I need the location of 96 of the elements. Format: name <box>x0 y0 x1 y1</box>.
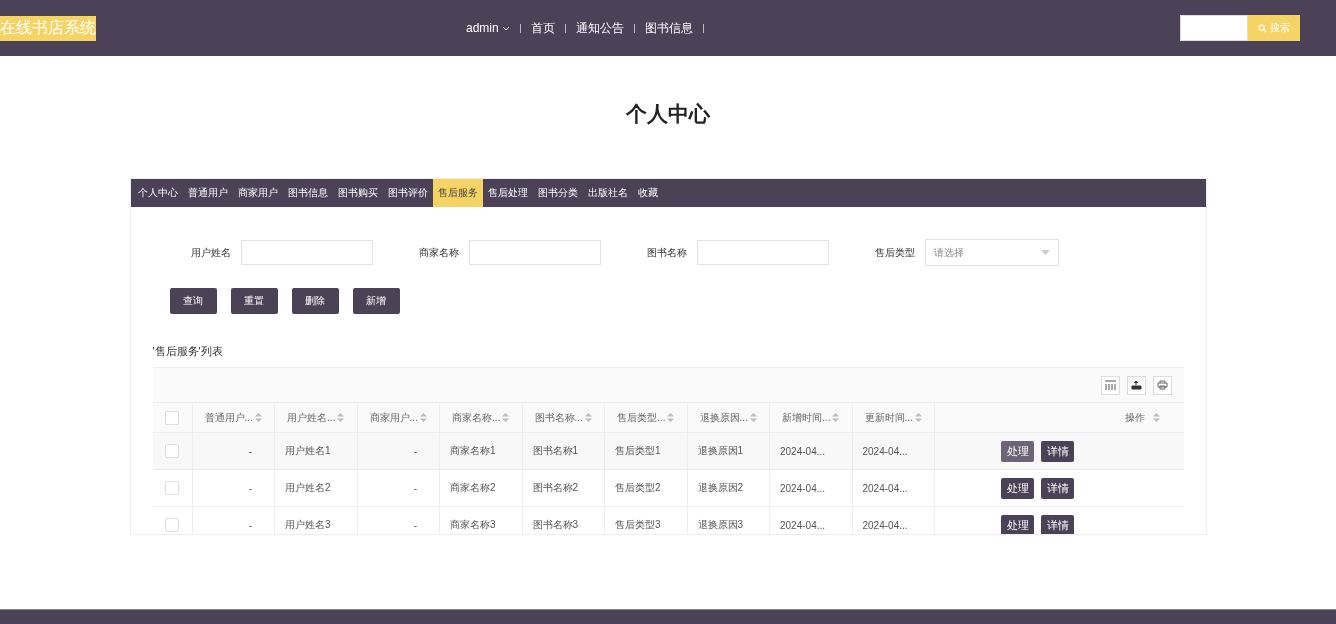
table-cell: 图书名称1 <box>532 444 579 458</box>
column-header: 更新时间... <box>864 410 913 425</box>
menu-tab[interactable]: 售后服务 <box>432 179 483 207</box>
menu-tab[interactable]: 出版社名 <box>582 179 633 207</box>
checkbox[interactable] <box>165 410 179 425</box>
sort-icon[interactable] <box>667 413 675 422</box>
column-header: 图书名称... <box>534 410 583 425</box>
select-field[interactable]: 请选择 <box>924 239 1059 266</box>
user-menu[interactable]: admin <box>466 21 510 35</box>
table-cell: 退换原因3 <box>697 518 744 532</box>
column-header: 退换原因... <box>699 410 748 425</box>
table-cell-text: - <box>248 482 253 494</box>
input-field[interactable] <box>696 240 829 265</box>
print-icon[interactable] <box>1152 375 1172 395</box>
row-action-button[interactable]: 处理 <box>1001 440 1034 462</box>
filter-label: 用户姓名 <box>190 245 231 260</box>
input-field[interactable] <box>468 240 601 265</box>
table-cell: 图书名称3 <box>532 518 579 532</box>
menu-tab[interactable]: 售后处理 <box>482 179 533 207</box>
sort-icon[interactable] <box>419 413 427 422</box>
column-header: 商家名称... <box>452 410 501 425</box>
action-button[interactable]: 新增 <box>352 288 400 314</box>
table-cell-text: - <box>413 445 418 457</box>
table-cell: 用户姓名2 <box>285 481 331 495</box>
sort-icon[interactable] <box>337 413 345 422</box>
checkbox[interactable] <box>165 481 179 495</box>
table-cell: 售后类型3 <box>615 518 661 532</box>
menu-tab[interactable]: 个人中心 <box>132 179 183 207</box>
chevron-icon <box>501 25 510 31</box>
menu-tab[interactable]: 普通用户 <box>182 179 233 207</box>
table-cell: 2024-04... <box>862 445 908 457</box>
sort-icon[interactable] <box>1152 413 1160 422</box>
caret-icon <box>1040 250 1050 255</box>
menu-tab[interactable]: 图书购买 <box>332 179 383 207</box>
filter-label: 售后类型 <box>874 245 915 260</box>
search-icon <box>1258 23 1267 33</box>
list-title: '售后服务'列表 <box>152 344 224 359</box>
table-cell-text: - <box>248 519 253 531</box>
page-title: 个人中心 <box>626 101 710 127</box>
table-cell: 售后类型2 <box>615 481 661 495</box>
site-logo: 在线书店系统 <box>0 16 96 41</box>
row-action-button[interactable]: 详情 <box>1041 440 1074 462</box>
table-cell: 2024-04... <box>780 482 826 494</box>
nav-link[interactable]: 首页 <box>530 19 555 37</box>
menu-tab[interactable]: 商家用户 <box>232 179 283 207</box>
nav-link[interactable]: 通知公告 <box>575 19 624 37</box>
table-cell: 退换原因2 <box>697 481 744 495</box>
export-icon[interactable] <box>1126 375 1146 395</box>
sort-icon[interactable] <box>914 413 922 422</box>
action-button[interactable]: 删除 <box>291 288 339 314</box>
nav-link[interactable]: 图书信息 <box>644 19 693 37</box>
menu-tab[interactable]: 图书评价 <box>382 179 433 207</box>
table-cell-text: - <box>413 519 418 531</box>
menu-tab[interactable]: 图书分类 <box>532 179 583 207</box>
menu-tab[interactable]: 图书信息 <box>282 179 333 207</box>
table-cell: 2024-04... <box>862 482 908 494</box>
column-header: 用户姓名... <box>287 410 336 425</box>
table-cell: 2024-04... <box>780 445 826 457</box>
columns-icon[interactable] <box>1100 375 1120 395</box>
checkbox[interactable] <box>165 518 179 532</box>
table-cell-text: - <box>413 482 418 494</box>
column-header: 售后类型... <box>617 410 666 425</box>
row-action-button[interactable]: 处理 <box>1001 514 1034 534</box>
search-field[interactable] <box>1180 15 1248 41</box>
table-cell: 商家名称2 <box>450 481 496 495</box>
table-cell: 售后类型1 <box>615 444 661 458</box>
table-cell: 退换原因1 <box>697 444 744 458</box>
table-cell: 商家名称1 <box>450 444 496 458</box>
sort-icon[interactable] <box>502 413 510 422</box>
input-field[interactable] <box>240 240 373 265</box>
filter-label: 图书名称 <box>646 245 687 260</box>
table-cell-text: - <box>248 445 253 457</box>
row-action-button[interactable]: 详情 <box>1041 477 1074 499</box>
filter-label: 商家名称 <box>418 245 459 260</box>
action-button[interactable]: 重置 <box>230 288 278 314</box>
column-header: 操作 <box>1124 410 1145 425</box>
column-header: 商家用户... <box>369 410 418 425</box>
table-cell: 用户姓名3 <box>285 518 331 532</box>
table-cell: 2024-04... <box>780 519 826 531</box>
column-header: 普通用户... <box>204 410 253 425</box>
row-action-button[interactable]: 处理 <box>1001 477 1034 499</box>
sort-icon[interactable] <box>584 413 592 422</box>
sort-icon[interactable] <box>832 413 840 422</box>
table-cell: 2024-04... <box>862 519 908 531</box>
table-cell: 图书名称2 <box>532 481 579 495</box>
table-row[interactable]: - 用户姓名1 - 商家名称1 图书名称1 售后类型1 退换原因1 2024-04... 2024-04... 处理 详情 <box>152 433 1184 470</box>
row-action-button[interactable]: 详情 <box>1041 514 1074 534</box>
table-cell: 商家名称3 <box>450 518 496 532</box>
checkbox[interactable] <box>165 444 179 458</box>
sort-icon[interactable] <box>749 413 757 422</box>
table-row[interactable]: - 用户姓名2 - 商家名称2 图书名称2 售后类型2 退换原因2 2024-04... 2024-04... 处理 详情 <box>152 470 1184 507</box>
column-header: 新增时间... <box>782 410 831 425</box>
action-button[interactable]: 查询 <box>169 288 217 314</box>
menu-tab[interactable]: 收藏 <box>632 179 663 207</box>
table-cell: 用户姓名1 <box>285 444 331 458</box>
sort-icon[interactable] <box>254 413 262 422</box>
